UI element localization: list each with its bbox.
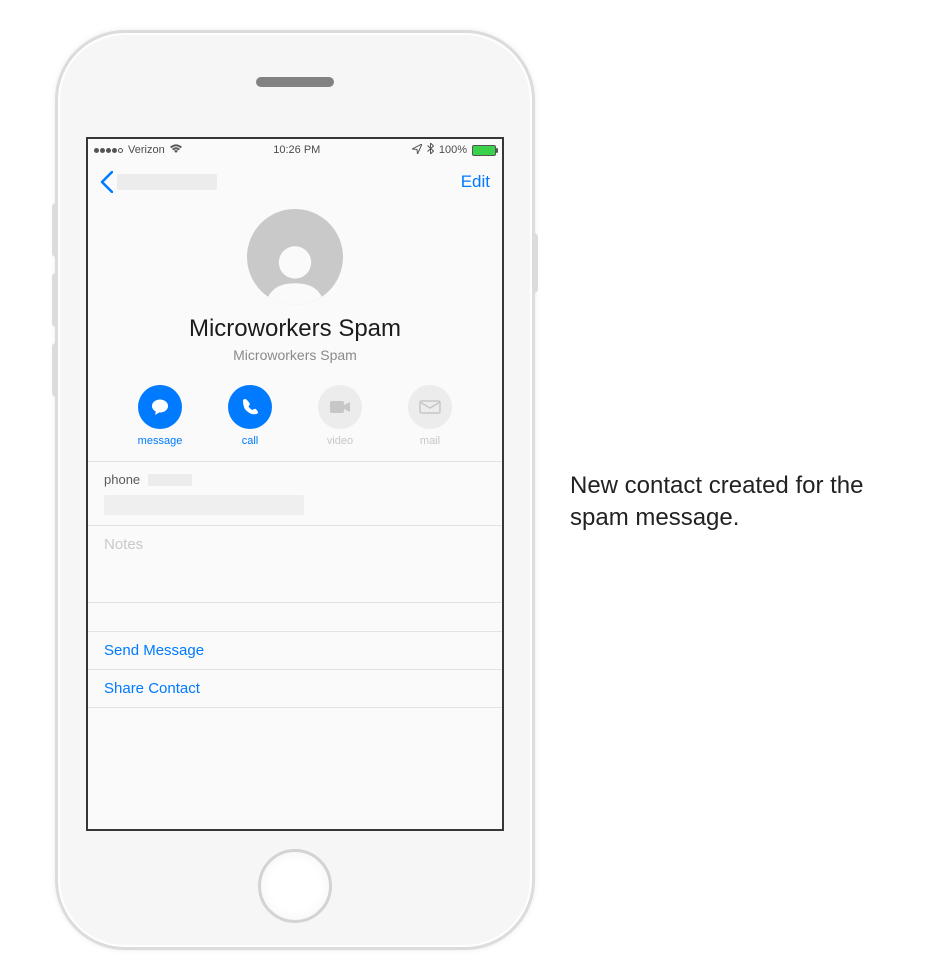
battery-icon xyxy=(472,145,496,156)
notes-placeholder: Notes xyxy=(104,536,143,553)
video-icon xyxy=(318,385,362,429)
contact-name: Microworkers Spam xyxy=(88,315,502,343)
edit-button[interactable]: Edit xyxy=(461,172,490,192)
caption-text: New contact created for the spam message… xyxy=(570,470,920,535)
notes-cell[interactable]: Notes xyxy=(88,525,502,603)
avatar xyxy=(247,209,343,305)
action-video: video xyxy=(312,385,368,447)
status-bar: Verizon 10:26 PM 100% xyxy=(88,139,502,161)
battery-pct: 100% xyxy=(439,144,467,156)
nav-bar: Edit xyxy=(88,161,502,203)
bluetooth-icon xyxy=(427,143,434,157)
carrier-label: Verizon xyxy=(128,144,165,156)
call-label: call xyxy=(242,435,259,447)
home-button[interactable] xyxy=(258,849,332,923)
phone-cell[interactable]: phone xyxy=(88,461,502,525)
phone-frame: Verizon 10:26 PM 100% xyxy=(55,30,535,950)
back-label-redacted xyxy=(117,174,217,190)
action-call[interactable]: call xyxy=(222,385,278,447)
message-icon xyxy=(138,385,182,429)
location-icon xyxy=(412,144,422,157)
action-message[interactable]: message xyxy=(132,385,188,447)
phone-label: phone xyxy=(104,472,140,487)
action-mail: mail xyxy=(402,385,458,447)
earpiece xyxy=(256,77,334,87)
spacer xyxy=(88,603,502,631)
share-contact-cell[interactable]: Share Contact xyxy=(88,669,502,708)
contact-company: Microworkers Spam xyxy=(88,347,502,363)
screen: Verizon 10:26 PM 100% xyxy=(86,137,504,831)
phone-icon xyxy=(228,385,272,429)
send-message-cell[interactable]: Send Message xyxy=(88,631,502,669)
video-label: video xyxy=(327,435,353,447)
mail-icon xyxy=(408,385,452,429)
message-label: message xyxy=(138,435,183,447)
phone-number-redacted xyxy=(104,495,304,515)
phone-type-redacted xyxy=(148,474,192,486)
clock: 10:26 PM xyxy=(273,144,320,156)
signal-dots xyxy=(94,148,123,153)
contact-header: Microworkers Spam Microworkers Spam xyxy=(88,203,502,367)
back-button[interactable] xyxy=(100,171,217,193)
wifi-icon xyxy=(170,144,182,157)
mail-label: mail xyxy=(420,435,440,447)
action-row: message call video mail xyxy=(88,385,502,447)
